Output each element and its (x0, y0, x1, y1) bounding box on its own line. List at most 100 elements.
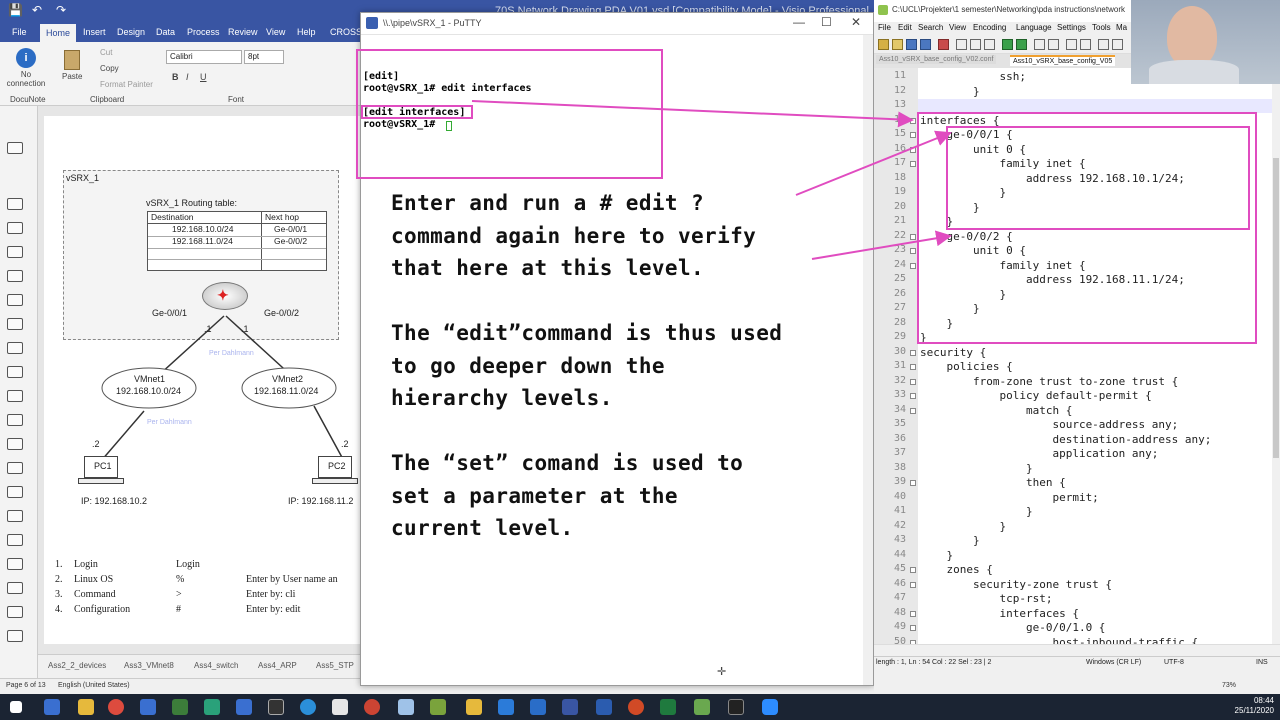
paste-button[interactable]: Paste (62, 72, 82, 81)
shape-icon[interactable] (7, 462, 23, 474)
taskbar-app-icon[interactable] (300, 699, 316, 715)
redo-icon[interactable] (1016, 39, 1027, 50)
cut-button[interactable]: Cut (100, 48, 112, 57)
fold-marker-icon[interactable] (910, 581, 916, 588)
fold-marker-icon[interactable] (910, 248, 916, 254)
outlook-icon[interactable] (530, 699, 546, 715)
save-icon[interactable]: 💾 (8, 3, 23, 17)
fold-marker-icon[interactable] (910, 610, 916, 617)
fold-marker-icon[interactable] (910, 567, 916, 573)
npp-vertical-scrollbar[interactable] (1272, 68, 1280, 644)
folder-icon[interactable] (78, 699, 94, 715)
tab-data[interactable]: Data (156, 27, 175, 37)
italic-button[interactable]: I (186, 72, 189, 82)
taskbar-app-icon[interactable] (332, 699, 348, 715)
file-tab[interactable]: Ass10_vSRX_base_config_V02.conf (876, 55, 997, 64)
fold-marker-icon[interactable] (910, 480, 916, 486)
toolbar-icon[interactable] (1066, 39, 1077, 50)
redo-icon[interactable]: ↷ (56, 3, 66, 17)
tab-file[interactable]: File (12, 27, 27, 37)
word-icon[interactable] (596, 699, 612, 715)
menu-item[interactable]: File (878, 23, 891, 32)
encoding[interactable]: UTF-8 (1164, 659, 1184, 666)
excel-icon[interactable] (660, 699, 676, 715)
toolbar-icon[interactable] (1048, 39, 1059, 50)
shape-icon[interactable] (7, 414, 23, 426)
save-icon[interactable] (906, 39, 917, 50)
chrome-icon[interactable] (108, 699, 124, 715)
npp-horizontal-scrollbar[interactable] (874, 644, 1280, 656)
shape-icon[interactable] (7, 246, 23, 258)
shape-icon[interactable] (7, 342, 23, 354)
toolbar-icon[interactable] (878, 39, 889, 50)
shape-icon[interactable] (7, 534, 23, 546)
taskbar-app-icon[interactable] (44, 699, 60, 715)
menu-item[interactable]: Tools (1092, 23, 1111, 32)
toolbar-icon[interactable] (984, 39, 995, 50)
undo-icon[interactable]: ↶ (32, 3, 42, 17)
minimize-button[interactable]: — (793, 15, 805, 29)
router-icon[interactable]: ✦ (202, 282, 248, 310)
fold-marker-icon[interactable] (910, 262, 916, 269)
font-select[interactable]: Calibri (166, 50, 242, 64)
menu-item[interactable]: Encoding (973, 23, 1006, 32)
line-ending[interactable]: Windows (CR LF) (1086, 659, 1141, 666)
undo-icon[interactable] (1002, 39, 1013, 50)
menu-item[interactable]: Language (1016, 23, 1052, 32)
menu-item[interactable]: Ma (1116, 23, 1127, 32)
menu-item[interactable]: Edit (898, 23, 912, 32)
toolbar-icon[interactable] (956, 39, 967, 50)
fold-marker-icon[interactable] (910, 146, 916, 153)
shape-icon[interactable] (7, 198, 23, 210)
shape-icon[interactable] (7, 222, 23, 234)
shape-icon[interactable] (7, 438, 23, 450)
fold-marker-icon[interactable] (910, 132, 916, 138)
tab-home[interactable]: Home (40, 24, 77, 42)
fold-marker-icon[interactable] (910, 117, 916, 124)
toolbar-icon[interactable] (1080, 39, 1091, 50)
notepadpp-icon[interactable] (430, 699, 446, 715)
tab-view[interactable]: View (266, 27, 285, 37)
fold-marker-icon[interactable] (910, 393, 916, 399)
shape-icon[interactable] (7, 558, 23, 570)
taskbar-time[interactable]: 08:44 (1254, 696, 1274, 705)
fold-marker-icon[interactable] (910, 407, 916, 414)
visio-icon[interactable] (562, 699, 578, 715)
powerpoint-icon[interactable] (628, 699, 644, 715)
putty-terminal[interactable]: [edit] root@vSRX_1# edit interfaces [edi… (356, 35, 863, 685)
taskbar-app-icon[interactable] (172, 699, 188, 715)
tab-design[interactable]: Design (117, 27, 145, 37)
taskbar-app-icon[interactable] (398, 699, 414, 715)
toolbar-icon[interactable] (1112, 39, 1123, 50)
close-button[interactable]: ✕ (851, 15, 861, 29)
shape-icon[interactable] (7, 630, 23, 642)
fold-marker-icon[interactable] (910, 364, 916, 370)
shape-icon[interactable] (7, 390, 23, 402)
menu-item[interactable]: Settings (1057, 23, 1086, 32)
shape-icon[interactable] (7, 366, 23, 378)
taskbar-app-icon[interactable] (140, 699, 156, 715)
terminal-icon[interactable] (268, 699, 284, 715)
maximize-button[interactable]: ☐ (821, 15, 832, 29)
toolbar-icon[interactable] (1098, 39, 1109, 50)
shape-icon[interactable] (7, 510, 23, 522)
info-icon[interactable]: i (16, 48, 36, 68)
fold-marker-icon[interactable] (910, 625, 916, 631)
page-indicator[interactable]: Page 6 of 13 (6, 682, 46, 689)
putty-scrollbar[interactable] (863, 35, 873, 685)
toolbar-icon[interactable] (892, 39, 903, 50)
taskbar-app-icon[interactable] (694, 699, 710, 715)
bold-button[interactable]: B (172, 72, 179, 82)
shape-icon[interactable] (7, 294, 23, 306)
tab-insert[interactable]: Insert (83, 27, 106, 37)
underline-button[interactable]: U (200, 72, 207, 82)
menu-item[interactable]: Search (918, 23, 943, 32)
start-icon[interactable] (10, 701, 22, 713)
shape-icon[interactable] (7, 606, 23, 618)
tab-process[interactable]: Process (187, 27, 220, 37)
font-size-select[interactable]: 8pt (244, 50, 284, 64)
zoom-icon[interactable] (762, 699, 778, 715)
visio-drawing-page[interactable]: vSRX_1 vSRX_1 Routing table: Destination… (44, 116, 366, 644)
fold-marker-icon[interactable] (910, 233, 916, 240)
tab-review[interactable]: Review (228, 27, 258, 37)
